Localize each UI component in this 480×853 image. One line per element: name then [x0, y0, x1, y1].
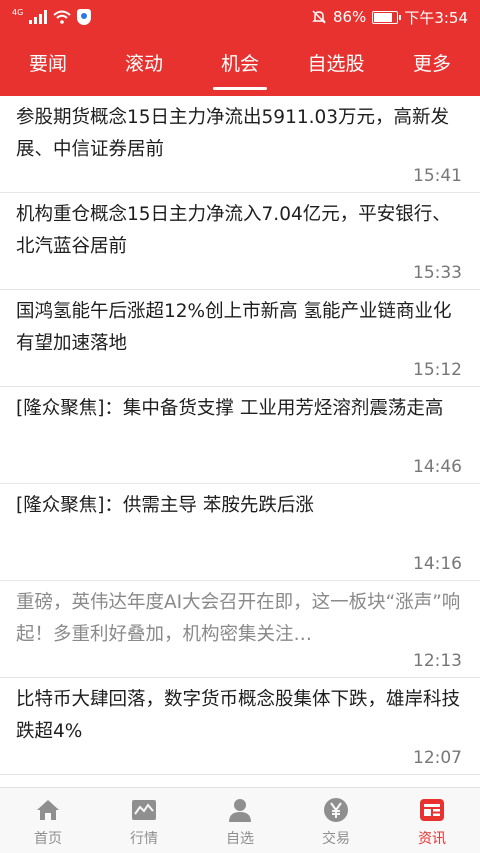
signal-icon [29, 10, 48, 24]
news-item[interactable]: [隆众聚焦]：供需主导 苯胺先跌后涨 14:16 [0, 484, 480, 581]
tab-zixuangu[interactable]: 自选股 [288, 34, 384, 96]
nav-watchlist-label: 自选 [226, 831, 254, 847]
status-bar: 4G 86% 下午3:54 [0, 0, 480, 34]
news-item[interactable]: [隆众聚焦]：集中备货支撑 工业用芳烃溶剂震荡走高 14:46 [0, 387, 480, 484]
news-time: 12:13 [413, 651, 462, 671]
news-item[interactable]: 机构重仓概念15日主力净流入7.04亿元，平安银行、北汽蓝谷居前 15:33 [0, 193, 480, 290]
news-item[interactable]: 重磅，英伟达年度AI大会召开在即，这一板块“涨声”响起！多重利好叠加，机构密集关… [0, 581, 480, 678]
news-item[interactable]: 参股期货概念15日主力净流出5911.03万元，高新发展、中信证券居前 15:4… [0, 96, 480, 193]
wifi-icon [53, 10, 71, 24]
nav-news[interactable]: 资讯 [384, 788, 480, 853]
news-item[interactable]: 比特币大肆回落，数字货币概念股集体下跌，雄岸科技跌超4% 12:07 [0, 678, 480, 775]
network-type: 4G [12, 7, 24, 17]
nav-watchlist[interactable]: 自选 [192, 788, 288, 853]
nav-home-label: 首页 [34, 831, 62, 847]
news-time: 15:41 [413, 166, 462, 186]
news-title: 比特币大肆回落，数字货币概念股集体下跌，雄岸科技跌超4% [16, 689, 461, 742]
nav-home[interactable]: 首页 [0, 788, 96, 853]
news-time: 15:33 [413, 263, 462, 283]
nav-trade[interactable]: 交易 [288, 788, 384, 853]
battery-percent: 86% [332, 8, 367, 26]
tab-bar: 要闻 滚动 机会 自选股 更多 [0, 34, 480, 96]
news-icon [420, 799, 444, 821]
battery-icon [372, 10, 402, 24]
person-icon [229, 799, 251, 822]
nav-market-label: 行情 [130, 831, 158, 847]
clock: 下午3:54 [404, 8, 468, 27]
tab-yaowen[interactable]: 要闻 [0, 34, 96, 96]
yen-coin-icon [324, 798, 348, 822]
news-title: 国鸿氢能午后涨超12%创上市新高 氢能产业链商业化有望加速落地 [16, 301, 452, 354]
home-icon [37, 800, 59, 820]
news-title: 重磅，英伟达年度AI大会召开在即，这一板块“涨声”响起！多重利好叠加，机构密集关… [16, 592, 461, 645]
news-title: [隆众聚焦]：集中备货支撑 工业用芳烃溶剂震荡走高 [16, 398, 444, 419]
bottom-nav: 首页 行情 自选 交易 资讯 [0, 787, 480, 853]
mute-bell-icon [312, 10, 326, 24]
tab-gengduo[interactable]: 更多 [384, 34, 480, 96]
chart-icon [132, 800, 156, 820]
news-title: 机构重仓概念15日主力净流入7.04亿元，平安银行、北汽蓝谷居前 [16, 204, 451, 257]
shield-icon [77, 9, 92, 25]
news-item[interactable]: 国鸿氢能午后涨超12%创上市新高 氢能产业链商业化有望加速落地 15:12 [0, 290, 480, 387]
news-title: 参股期货概念15日主力净流出5911.03万元，高新发展、中信证券居前 [16, 107, 450, 160]
tab-gundong[interactable]: 滚动 [96, 34, 192, 96]
news-time: 15:12 [413, 360, 462, 380]
news-time: 12:07 [413, 748, 462, 768]
news-time: 14:46 [413, 457, 462, 477]
status-right: 86% 下午3:54 [311, 7, 468, 28]
battery-fill [374, 12, 393, 22]
tab-jihui[interactable]: 机会 [192, 34, 288, 96]
news-time: 14:16 [413, 554, 462, 574]
nav-trade-label: 交易 [322, 831, 350, 847]
news-list: 参股期货概念15日主力净流出5911.03万元，高新发展、中信证券居前 15:4… [0, 96, 480, 775]
news-title: [隆众聚焦]：供需主导 苯胺先跌后涨 [16, 495, 314, 516]
nav-market[interactable]: 行情 [96, 788, 192, 853]
status-left: 4G [12, 7, 92, 25]
nav-news-label: 资讯 [418, 831, 446, 847]
